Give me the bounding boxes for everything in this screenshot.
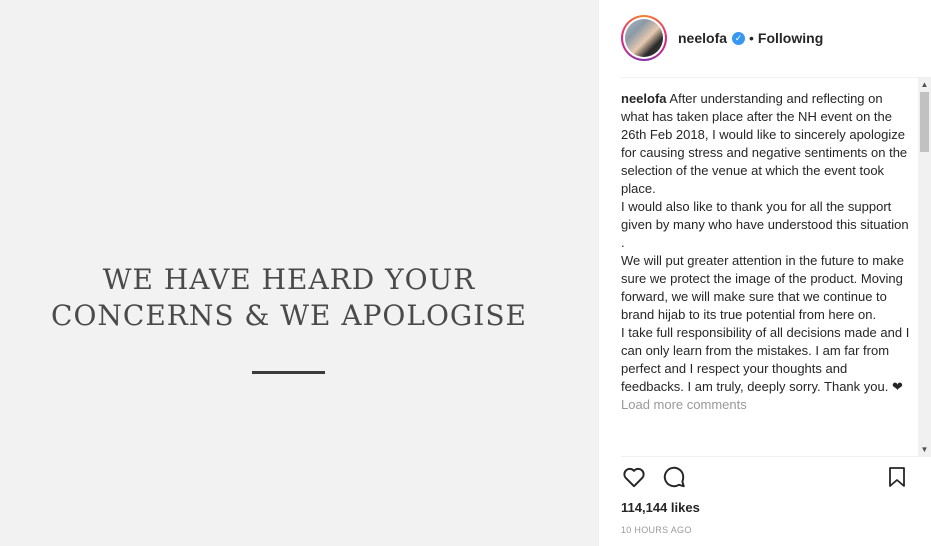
- actions-divider: [621, 456, 931, 457]
- separator-dot: •: [749, 30, 754, 46]
- caption-username-link[interactable]: neelofa: [621, 91, 667, 106]
- load-more-comments-link[interactable]: Load more comments: [621, 396, 911, 414]
- username-link[interactable]: neelofa: [678, 30, 727, 46]
- bookmark-icon[interactable]: [885, 464, 913, 492]
- post-actions: [621, 464, 911, 492]
- following-button[interactable]: Following: [758, 30, 823, 46]
- caption-text: After understanding and reflecting on wh…: [621, 91, 910, 394]
- headline-line-2: CONCERNS & WE APOLOGISE: [51, 299, 527, 332]
- likes-count[interactable]: 114,144 likes: [621, 500, 700, 515]
- heart-icon[interactable]: [621, 464, 649, 492]
- post-header: neelofa ✓ • Following: [621, 14, 823, 62]
- scroll-up-arrow-icon[interactable]: ▲: [918, 78, 931, 91]
- comments-list[interactable]: neelofa After understanding and reflecti…: [621, 90, 911, 454]
- post-image[interactable]: WE HAVE HEARD YOUR CONCERNS & WE APOLOGI…: [0, 0, 598, 546]
- caption: neelofa After understanding and reflecti…: [621, 90, 911, 396]
- header-divider: [621, 77, 931, 78]
- scroll-down-arrow-icon[interactable]: ▼: [918, 443, 931, 456]
- decorative-rule: [252, 371, 325, 374]
- scroll-thumb[interactable]: [920, 92, 929, 152]
- post-side-panel: neelofa ✓ • Following neelofa After unde…: [598, 0, 931, 546]
- post-timestamp: 10 HOURS AGO: [621, 525, 692, 535]
- avatar[interactable]: [621, 15, 667, 61]
- comments-scrollbar[interactable]: ▲ ▼: [918, 78, 931, 456]
- comment-icon[interactable]: [661, 464, 689, 492]
- headline-line-1: WE HAVE HEARD YOUR: [102, 263, 476, 296]
- verified-badge-icon: ✓: [732, 31, 746, 45]
